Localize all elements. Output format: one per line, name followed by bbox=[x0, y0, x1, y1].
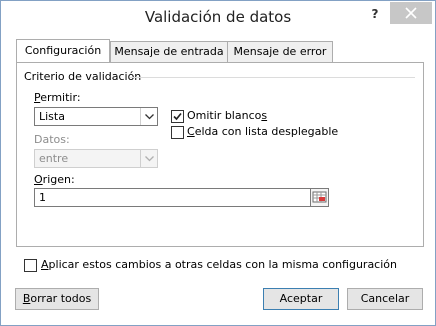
chevron-down-icon bbox=[140, 150, 157, 167]
apply-all-checkbox[interactable] bbox=[24, 259, 37, 272]
settings-panel: Criterio de validación Permitir: Lista O… bbox=[16, 62, 424, 272]
group-divider bbox=[130, 77, 415, 78]
tab-mensaje-entrada[interactable]: Mensaje de entrada bbox=[110, 41, 228, 62]
allow-label: Permitir: bbox=[34, 91, 81, 104]
source-label: Origen: bbox=[34, 173, 75, 186]
ignore-blank-checkbox[interactable] bbox=[171, 110, 184, 123]
checkmark-icon bbox=[173, 112, 182, 121]
cancel-button[interactable]: Cancelar bbox=[347, 288, 423, 310]
apply-all-label: Aplicar estos cambios a otras celdas con… bbox=[41, 258, 397, 271]
help-button[interactable]: ? bbox=[369, 7, 381, 21]
allow-select[interactable]: Lista bbox=[34, 107, 158, 126]
tab-mensaje-error[interactable]: Mensaje de error bbox=[227, 41, 333, 62]
ignore-blank-label: Omitir blancos bbox=[187, 109, 268, 122]
in-cell-dropdown-label: Celda con lista desplegable bbox=[187, 125, 339, 138]
in-cell-dropdown-checkbox[interactable] bbox=[171, 126, 184, 139]
clear-all-button[interactable]: Borrar todos bbox=[15, 288, 99, 310]
chevron-down-icon bbox=[140, 108, 157, 125]
data-label: Datos: bbox=[34, 133, 70, 146]
close-icon bbox=[405, 7, 417, 19]
ok-button[interactable]: Aceptar bbox=[263, 288, 339, 310]
allow-value: Lista bbox=[39, 110, 65, 123]
data-validation-dialog: Validación de datos ? Configuración Mens… bbox=[0, 0, 436, 326]
data-value: entre bbox=[39, 152, 69, 165]
range-selector-button[interactable] bbox=[310, 188, 329, 207]
range-selector-icon bbox=[312, 191, 327, 203]
title-bar: Validación de datos ? bbox=[1, 1, 435, 33]
criteria-group-label: Criterio de validación bbox=[24, 70, 146, 83]
data-select: entre bbox=[34, 149, 158, 168]
source-value: 1 bbox=[39, 191, 46, 204]
tab-configuracion[interactable]: Configuración bbox=[16, 39, 110, 62]
close-button[interactable] bbox=[390, 2, 432, 24]
source-input[interactable]: 1 bbox=[34, 188, 328, 207]
